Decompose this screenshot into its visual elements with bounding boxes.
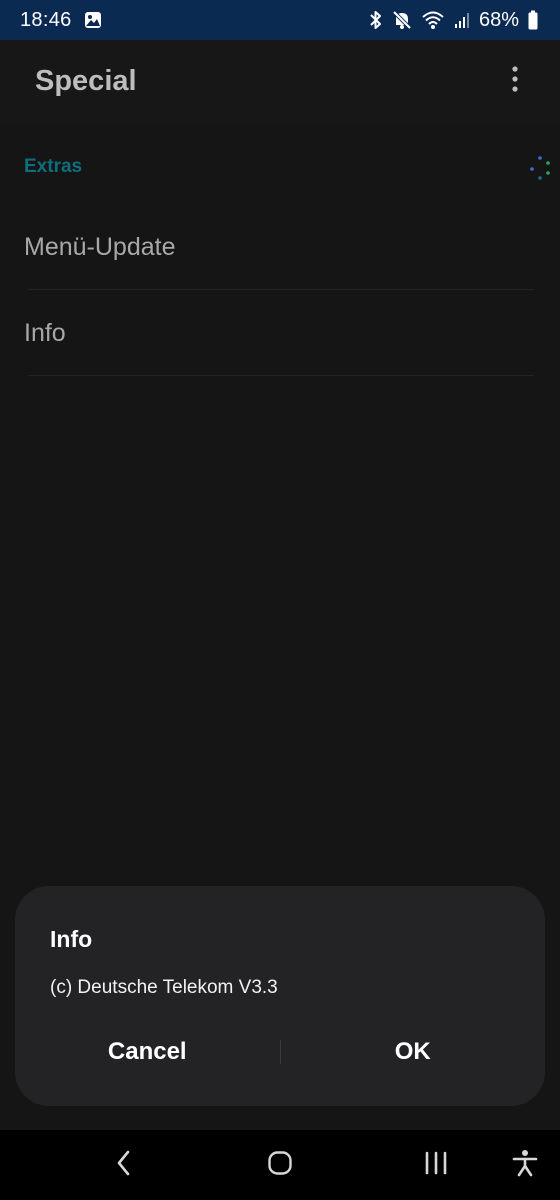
dialog-title: Info	[50, 926, 93, 952]
mute-icon	[392, 10, 412, 30]
info-dialog: Info (c) Deutsche Telekom V3.3 Cancel OK	[15, 886, 545, 1106]
battery-icon	[528, 10, 538, 30]
dialog-message: (c) Deutsche Telekom V3.3	[50, 977, 278, 998]
home-icon	[267, 1150, 293, 1181]
dialog-buttons: Cancel OK	[15, 1026, 545, 1078]
more-options-button[interactable]	[500, 61, 530, 101]
list-item-info[interactable]: Info	[24, 290, 534, 376]
back-icon	[115, 1150, 133, 1181]
status-bar: 18:46 68%	[0, 0, 560, 40]
gallery-icon	[84, 11, 102, 29]
status-left: 18:46	[20, 9, 102, 32]
wifi-icon	[421, 10, 445, 30]
ok-button[interactable]: OK	[281, 1026, 546, 1078]
signal-icon	[454, 11, 470, 29]
status-right: 68%	[369, 9, 538, 32]
cancel-button[interactable]: Cancel	[15, 1026, 280, 1078]
accessibility-button[interactable]	[505, 1145, 545, 1185]
page-title: Special	[35, 64, 137, 97]
navigation-bar	[0, 1130, 560, 1200]
bluetooth-icon	[369, 10, 383, 30]
section-header-extras: Extras	[24, 156, 83, 177]
app-bar: Special	[0, 40, 560, 122]
list-item-label: Info	[24, 318, 66, 347]
loading-spinner-icon	[526, 154, 554, 182]
screen: 18:46 68% Special Extras Menü-Update Inf…	[0, 0, 560, 1200]
recents-button[interactable]	[416, 1145, 456, 1185]
list-item-menu-update[interactable]: Menü-Update	[24, 204, 534, 290]
recents-icon	[424, 1151, 448, 1180]
accessibility-icon	[512, 1149, 538, 1182]
back-button[interactable]	[104, 1145, 144, 1185]
battery-percentage: 68%	[478, 8, 519, 31]
list-item-label: Menü-Update	[24, 232, 176, 261]
more-vert-icon	[512, 65, 518, 97]
home-button[interactable]	[260, 1145, 300, 1185]
status-time: 18:46	[20, 8, 72, 31]
divider	[28, 375, 534, 376]
